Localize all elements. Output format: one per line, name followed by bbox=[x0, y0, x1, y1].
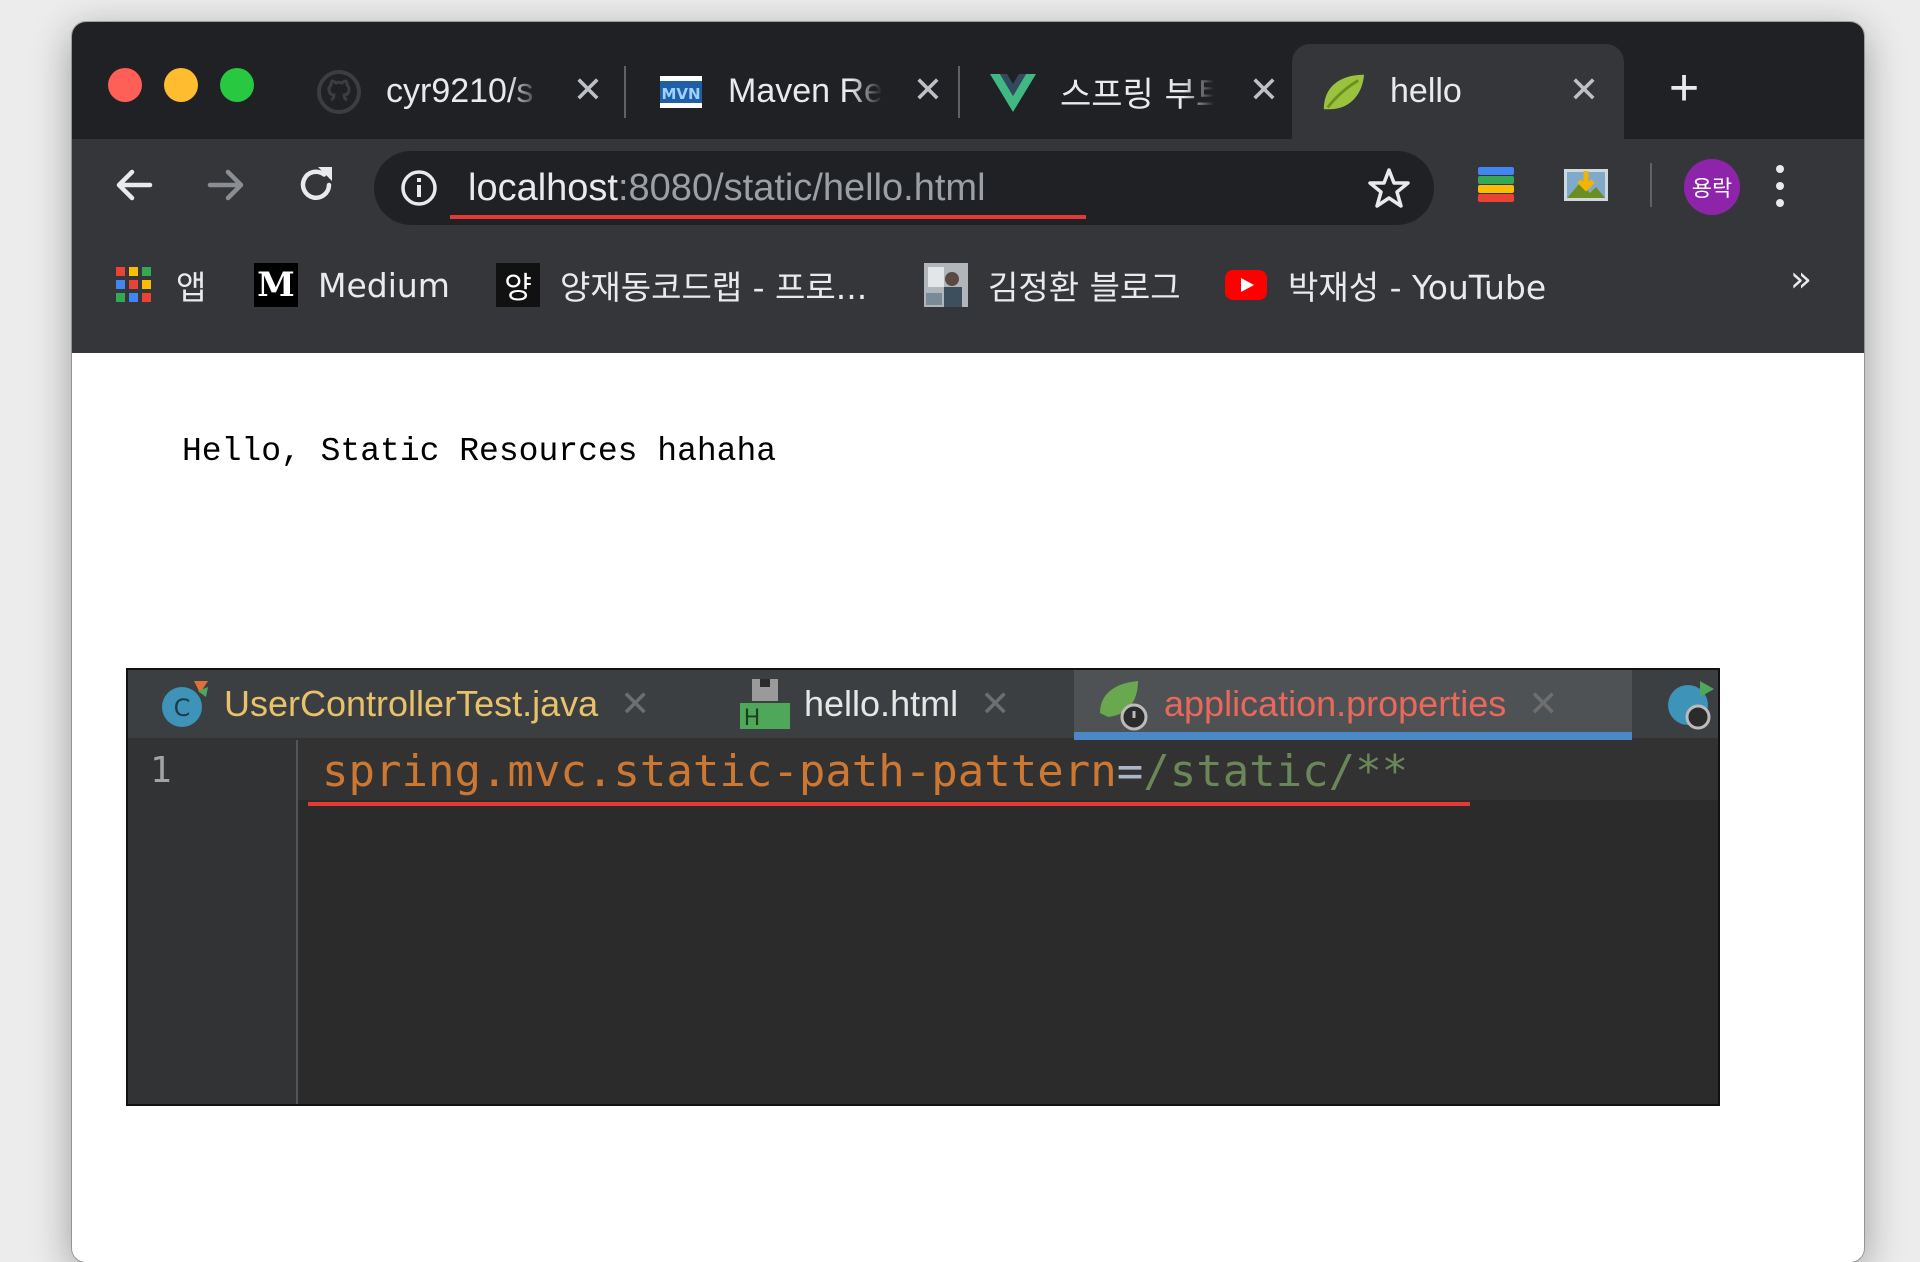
tab-separator bbox=[958, 66, 960, 118]
ide-tab-label: application.properties bbox=[1164, 683, 1507, 724]
close-tab-icon[interactable]: ✕ bbox=[570, 72, 606, 108]
bookmark-apps[interactable]: 앱 bbox=[112, 261, 206, 309]
ide-tab-application-properties[interactable]: application.properties ✕ bbox=[1074, 670, 1632, 738]
github-icon bbox=[316, 69, 362, 115]
star-icon[interactable] bbox=[1368, 167, 1410, 209]
new-tab-button[interactable]: + bbox=[1662, 62, 1706, 114]
spring-leaf-icon bbox=[1320, 69, 1366, 115]
toolbar-separator bbox=[1650, 163, 1652, 207]
bookmark-youtube[interactable]: 박재성 - YouTube bbox=[1224, 261, 1546, 309]
tab-separator bbox=[624, 66, 626, 118]
ide-tab-bar: C UserControllerTest.java ✕ H hello.html… bbox=[128, 670, 1718, 740]
apps-grid-icon bbox=[112, 263, 156, 307]
spring-run-icon bbox=[1662, 677, 1716, 731]
html-file-icon: H bbox=[738, 677, 792, 731]
ide-gutter: 1 bbox=[128, 740, 298, 1104]
forward-button[interactable] bbox=[198, 157, 254, 213]
ide-screenshot: C UserControllerTest.java ✕ H hello.html… bbox=[126, 668, 1720, 1106]
minimize-window-button[interactable] bbox=[164, 68, 198, 102]
tab-title: Maven Re bbox=[728, 72, 882, 110]
property-value: /static/** bbox=[1143, 746, 1409, 797]
bookmark-label: 앱 bbox=[176, 268, 207, 307]
reload-icon bbox=[300, 167, 332, 200]
tab-strip: cyr9210/s ✕ MVN Maven Re ✕ 스프링 부트 ✕ hell… bbox=[72, 22, 1864, 139]
page-content: Hello, Static Resources hahaha C UserCon… bbox=[72, 353, 1864, 1262]
tab-title: hello bbox=[1390, 72, 1462, 110]
ide-close-tab-icon[interactable]: ✕ bbox=[620, 683, 650, 725]
line-number: 1 bbox=[150, 750, 172, 791]
url-annotation-underline bbox=[450, 215, 1086, 219]
bookmark-medium[interactable]: M Medium bbox=[254, 261, 450, 309]
medium-icon: M bbox=[254, 263, 298, 307]
close-tab-icon[interactable]: ✕ bbox=[1246, 72, 1282, 108]
vue-icon bbox=[990, 69, 1036, 115]
svg-text:H: H bbox=[744, 706, 761, 731]
java-test-class-icon: C bbox=[158, 677, 212, 731]
bookmark-kim-blog[interactable]: 김정환 블로그 bbox=[924, 261, 1181, 309]
ide-tab-hello-html[interactable]: H hello.html ✕ bbox=[738, 670, 1010, 738]
svg-text:MVN: MVN bbox=[661, 85, 700, 103]
svg-text:C: C bbox=[174, 694, 191, 722]
bookmark-label: 김정환 블로그 bbox=[988, 268, 1181, 307]
ide-close-tab-icon[interactable]: ✕ bbox=[980, 683, 1010, 725]
close-tab-icon[interactable]: ✕ bbox=[910, 72, 946, 108]
reload-button[interactable] bbox=[288, 157, 344, 213]
profile-avatar[interactable]: 용락 bbox=[1684, 159, 1740, 215]
ide-active-tab-indicator bbox=[1074, 732, 1632, 740]
blog-photo-icon bbox=[924, 263, 968, 307]
tab-hello[interactable]: hello ✕ bbox=[1292, 44, 1624, 139]
bookmark-label: Medium bbox=[318, 265, 450, 305]
address-bar[interactable]: localhost:8080/static/hello.html bbox=[374, 151, 1434, 225]
arrow-right-icon bbox=[207, 169, 244, 201]
more-menu-icon[interactable] bbox=[1770, 161, 1790, 211]
yang-icon: 양 bbox=[496, 263, 540, 307]
tab-maven[interactable]: MVN Maven Re ✕ bbox=[658, 44, 968, 139]
code-annotation-underline bbox=[308, 802, 1470, 806]
ide-tab-usercontrollertest[interactable]: C UserControllerTest.java ✕ bbox=[158, 670, 650, 738]
ide-tab-label: hello.html bbox=[804, 683, 959, 724]
bookmark-label: 박재성 - YouTube bbox=[1288, 268, 1547, 307]
arrow-left-icon bbox=[116, 169, 153, 201]
bookmarks-bar: 앱 M Medium 양 양재동코드랩 - 프로... 김정환 블로그 박재성 … bbox=[72, 231, 1864, 355]
tab-title: 스프링 부트 bbox=[1060, 75, 1214, 115]
back-button[interactable] bbox=[106, 157, 162, 213]
url-path: :8080/static/hello.html bbox=[617, 167, 986, 209]
youtube-icon bbox=[1224, 263, 1268, 307]
bookmarks-overflow-button[interactable]: » bbox=[1790, 259, 1812, 300]
close-window-button[interactable] bbox=[108, 68, 142, 102]
property-key: spring.mvc.static-path-pattern bbox=[322, 746, 1117, 797]
page-text: Hello, Static Resources hahaha bbox=[182, 433, 777, 470]
code-line[interactable]: spring.mvc.static-path-pattern=/static/*… bbox=[322, 746, 1408, 797]
ide-tab-overflow[interactable] bbox=[1662, 670, 1728, 738]
maven-icon: MVN bbox=[658, 69, 704, 115]
url-text[interactable]: localhost:8080/static/hello.html bbox=[468, 163, 986, 213]
browser-window: cyr9210/s ✕ MVN Maven Re ✕ 스프링 부트 ✕ hell… bbox=[72, 22, 1864, 1262]
tab-github[interactable]: cyr9210/s ✕ bbox=[316, 44, 628, 139]
property-equals: = bbox=[1116, 746, 1144, 797]
spring-properties-icon bbox=[1098, 677, 1152, 731]
tab-title: cyr9210/s bbox=[386, 72, 534, 110]
bookmark-label: 양재동코드랩 - 프로... bbox=[560, 268, 868, 307]
maximize-window-button[interactable] bbox=[220, 68, 254, 102]
navigation-toolbar: localhost:8080/static/hello.html 용락 bbox=[72, 139, 1864, 231]
extension-stack-icon[interactable] bbox=[1474, 163, 1518, 207]
ide-tab-label: UserControllerTest.java bbox=[224, 683, 599, 724]
bookmark-yangjae-codelab[interactable]: 양 양재동코드랩 - 프로... bbox=[496, 261, 867, 309]
close-tab-icon[interactable]: ✕ bbox=[1566, 72, 1602, 108]
url-host: localhost bbox=[468, 167, 618, 209]
ide-close-tab-icon[interactable]: ✕ bbox=[1528, 683, 1558, 725]
info-icon[interactable] bbox=[400, 169, 438, 207]
image-downloader-icon[interactable] bbox=[1562, 163, 1610, 207]
tab-spring-boot[interactable]: 스프링 부트 ✕ bbox=[990, 44, 1304, 139]
